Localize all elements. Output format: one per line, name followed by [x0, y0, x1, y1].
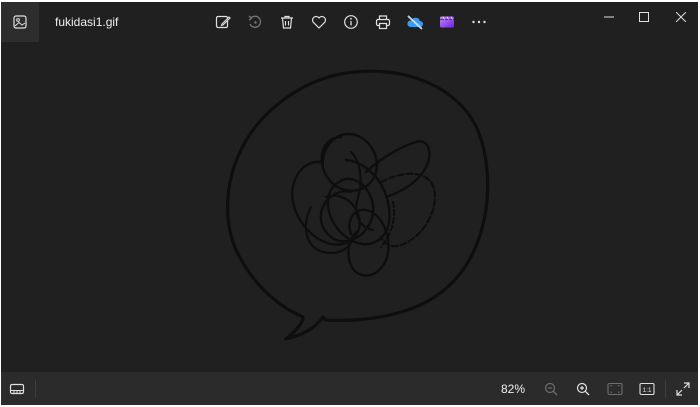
close-icon — [676, 12, 686, 22]
fullscreen-button[interactable] — [672, 378, 694, 400]
minimize-button[interactable] — [589, 2, 629, 32]
scribble-stroke — [320, 132, 379, 192]
expand-icon — [676, 382, 690, 396]
file-info-button[interactable] — [340, 11, 362, 33]
onedrive-off-icon — [407, 15, 423, 30]
video-editor-button[interactable] — [436, 11, 458, 33]
edit-image-button[interactable] — [212, 11, 234, 33]
actual-size-button[interactable]: 1:1 — [636, 378, 658, 400]
app-icon-button[interactable] — [1, 2, 39, 42]
rotate-button[interactable] — [244, 11, 266, 33]
actual-size-icon: 1:1 — [639, 382, 655, 396]
divider — [665, 380, 666, 398]
photos-app-icon — [13, 15, 27, 29]
print-button[interactable] — [372, 11, 394, 33]
bubble-outline — [226, 69, 490, 341]
bottom-bar: 82% 1:1 — [1, 372, 698, 405]
clipchamp-icon — [440, 16, 454, 28]
favorite-button[interactable] — [308, 11, 330, 33]
divider — [35, 380, 36, 398]
title-bar: fukidasi1.gif — [1, 2, 698, 42]
more-icon — [472, 20, 486, 24]
fit-to-window-button[interactable] — [604, 378, 626, 400]
filmstrip-button[interactable] — [6, 378, 28, 400]
filmstrip-icon — [9, 383, 25, 395]
zoom-out-button[interactable] — [540, 378, 562, 400]
image-canvas[interactable] — [1, 42, 698, 372]
rotate-icon — [248, 15, 262, 28]
trash-icon — [281, 15, 293, 29]
actual-size-label: 1:1 — [642, 387, 651, 394]
minimize-icon — [604, 16, 614, 18]
delete-button[interactable] — [276, 11, 298, 33]
zoom-in-icon — [576, 382, 590, 396]
zoom-level[interactable]: 82% — [501, 382, 525, 396]
printer-icon — [375, 15, 391, 30]
zoom-out-icon — [544, 382, 558, 396]
see-more-button[interactable] — [468, 11, 490, 33]
maximize-icon — [639, 12, 649, 22]
file-name: fukidasi1.gif — [55, 15, 119, 29]
photos-window: fukidasi1.gif 82% 1:1 — [1, 2, 698, 405]
info-icon — [344, 15, 358, 29]
close-button[interactable] — [661, 2, 700, 32]
speech-bubble-drawing — [226, 69, 490, 341]
maximize-button[interactable] — [624, 2, 664, 32]
zoom-in-button[interactable] — [572, 378, 594, 400]
edit-image-icon — [215, 15, 231, 29]
heart-icon — [311, 15, 327, 29]
onedrive-sync-button[interactable] — [404, 11, 426, 33]
fit-to-window-icon — [607, 382, 623, 396]
